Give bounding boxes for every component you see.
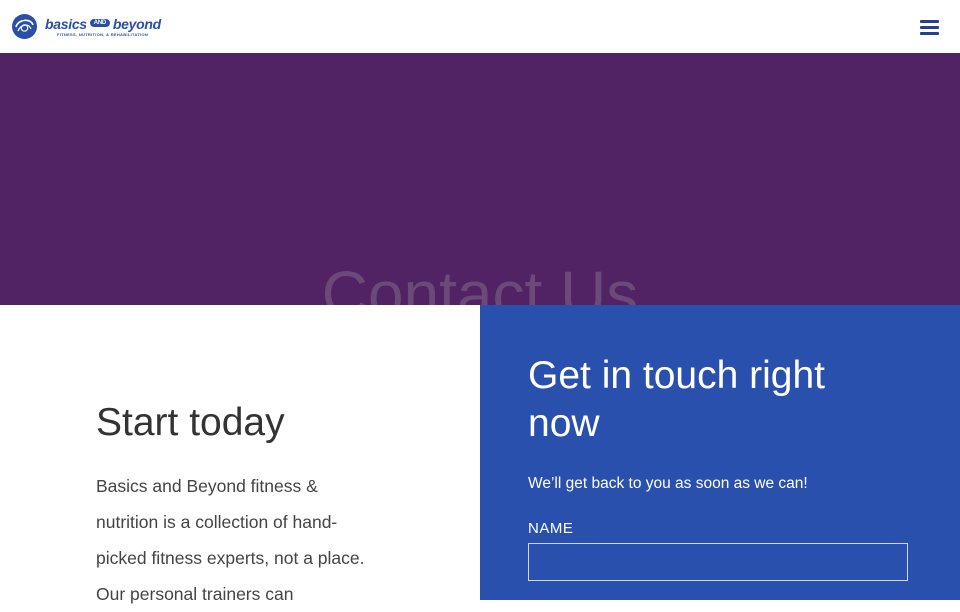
brand-name: basics AND beyond — [45, 16, 161, 32]
brand-logo[interactable]: basics AND beyond FITNESS, NUTRITION, & RE… — [11, 13, 161, 41]
contact-form-panel: Get in touch right now We’ll get back to… — [480, 305, 960, 600]
brand-name-part2: beyond — [112, 16, 161, 32]
hero-banner: Contact Us — [0, 53, 960, 305]
name-field-label: NAME — [528, 520, 574, 537]
site-header: basics AND beyond FITNESS, NUTRITION, & RE… — [0, 0, 960, 53]
brand-tagline: FITNESS, NUTRITION, & REHABILITATION — [57, 32, 149, 37]
brand-name-part1: basics — [45, 16, 87, 32]
name-input[interactable] — [528, 543, 908, 581]
intro-paragraph: Basics and Beyond fitness & nutrition is… — [96, 476, 365, 604]
contact-heading: Get in touch right now — [528, 354, 825, 445]
brand-name-and: AND — [89, 19, 110, 28]
logo-swirl-icon — [12, 14, 37, 39]
hamburger-menu-icon[interactable] — [918, 17, 942, 37]
contact-subheading: We’ll get back to you as soon as we can! — [528, 475, 808, 492]
page-title: Contact Us — [321, 258, 639, 305]
start-today-heading: Start today — [96, 401, 285, 444]
intro-section: Start today Basics and Beyond fitness & … — [0, 305, 480, 604]
